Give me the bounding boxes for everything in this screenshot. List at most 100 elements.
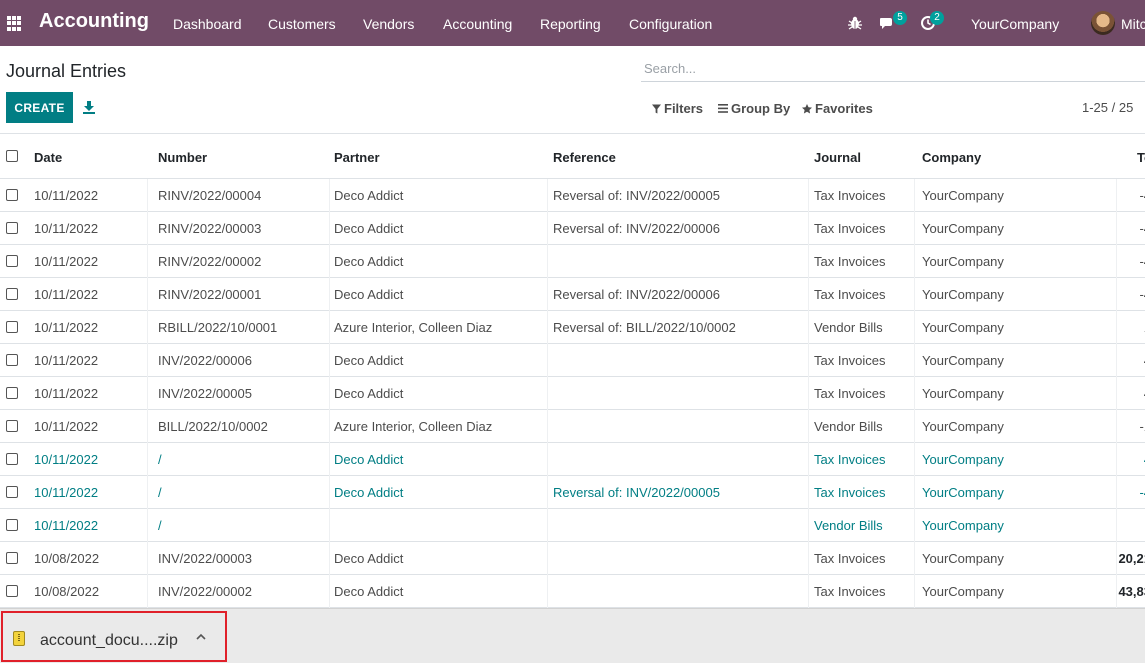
group-by-button[interactable]: Group By: [718, 101, 790, 116]
table-row[interactable]: 10/11/2022 RINV/2022/00004 Deco Addict Reve…: [0, 179, 1145, 212]
pager-value[interactable]: 1-25 / 25: [1082, 100, 1133, 115]
menu-customers[interactable]: Customers: [268, 16, 336, 32]
user-name[interactable]: Mitc: [1121, 16, 1145, 32]
column-divider: [329, 443, 330, 476]
row-checkbox[interactable]: [6, 222, 18, 234]
column-divider: [329, 542, 330, 575]
row-checkbox[interactable]: [6, 321, 18, 333]
cell-company: YourCompany: [922, 485, 1004, 500]
app-brand[interactable]: Accounting: [39, 10, 149, 33]
user-avatar[interactable]: [1091, 11, 1115, 35]
table-row[interactable]: 10/08/2022 INV/2022/00003 Deco Addict Tax I…: [0, 542, 1145, 575]
menu-dashboard[interactable]: Dashboard: [173, 16, 242, 32]
row-checkbox[interactable]: [6, 288, 18, 300]
star-icon: [802, 103, 812, 113]
table-row[interactable]: 10/08/2022 INV/2022/00002 Deco Addict Tax I…: [0, 575, 1145, 608]
row-checkbox[interactable]: [6, 519, 18, 531]
row-checkbox[interactable]: [6, 255, 18, 267]
header-journal[interactable]: Journal: [814, 150, 861, 165]
cell-date: 10/11/2022: [34, 452, 99, 467]
header-partner[interactable]: Partner: [334, 150, 380, 165]
cell-partner: Deco Addict: [334, 221, 404, 236]
cell-date: 10/11/2022: [34, 254, 99, 269]
header-reference[interactable]: Reference: [553, 150, 616, 165]
column-divider: [329, 245, 330, 278]
column-divider: [808, 509, 809, 542]
cell-partner: Azure Interior, Colleen Diaz: [334, 320, 493, 335]
table-row[interactable]: 10/11/2022 RINV/2022/00002 Deco Addict Tax …: [0, 245, 1145, 278]
row-checkbox[interactable]: [6, 552, 18, 564]
column-divider: [147, 476, 148, 509]
create-button[interactable]: CREATE: [6, 92, 73, 123]
header-number[interactable]: Number: [158, 150, 207, 165]
cell-journal: Tax Invoices: [814, 551, 886, 566]
filters-button[interactable]: Filters: [652, 101, 703, 116]
column-divider: [329, 212, 330, 245]
row-checkbox[interactable]: [6, 354, 18, 366]
column-divider: [547, 476, 548, 509]
row-checkbox[interactable]: [6, 585, 18, 597]
cell-total: -4: [1139, 188, 1145, 203]
column-divider: [147, 245, 148, 278]
row-checkbox[interactable]: [6, 486, 18, 498]
column-divider: [547, 443, 548, 476]
table-row[interactable]: 10/11/2022 BILL/2022/10/0002 Azure Interio…: [0, 410, 1145, 443]
cell-date: 10/11/2022: [34, 386, 99, 401]
apps-menu-icon[interactable]: [7, 16, 22, 31]
bug-icon[interactable]: [847, 15, 863, 31]
table-row[interactable]: 10/11/2022 INV/2022/00005 Deco Addict Tax I…: [0, 377, 1145, 410]
column-divider: [808, 476, 809, 509]
cell-journal: Tax Invoices: [814, 221, 886, 236]
column-divider: [147, 179, 148, 212]
column-divider: [808, 542, 809, 575]
download-item[interactable]: account_docu....zip: [1, 611, 227, 662]
cell-partner: Deco Addict: [334, 254, 404, 269]
table-row[interactable]: 10/11/2022 / Deco Addict Reversal of: INV/2…: [0, 476, 1145, 509]
table-row[interactable]: 10/11/2022 / Vendor Bills YourCompany: [0, 509, 1145, 542]
cell-journal: Tax Invoices: [814, 584, 886, 599]
column-divider: [914, 377, 915, 410]
column-divider: [914, 245, 915, 278]
company-switcher[interactable]: YourCompany: [971, 16, 1059, 32]
column-divider: [914, 542, 915, 575]
column-divider: [147, 377, 148, 410]
cell-number: /: [158, 452, 162, 467]
menu-reporting[interactable]: Reporting: [540, 16, 601, 32]
column-divider: [547, 509, 548, 542]
column-divider: [1116, 575, 1117, 608]
cell-journal: Vendor Bills: [814, 419, 883, 434]
menu-configuration[interactable]: Configuration: [629, 16, 712, 32]
table-row[interactable]: 10/11/2022 / Deco Addict Tax Invoices YourCo…: [0, 443, 1145, 476]
column-divider: [547, 179, 548, 212]
row-checkbox[interactable]: [6, 453, 18, 465]
cell-number: RINV/2022/00003: [158, 221, 262, 236]
row-checkbox[interactable]: [6, 387, 18, 399]
cell-partner: Deco Addict: [334, 584, 404, 599]
cell-reference: Reversal of: BILL/2022/10/0002: [553, 320, 736, 335]
header-company[interactable]: Company: [922, 150, 981, 165]
chevron-up-icon[interactable]: [196, 633, 206, 640]
cell-number: RINV/2022/00004: [158, 188, 262, 203]
column-divider: [1116, 278, 1117, 311]
cell-company: YourCompany: [922, 254, 1004, 269]
favorites-button[interactable]: Favorites: [802, 101, 873, 116]
select-all-checkbox[interactable]: [6, 150, 18, 162]
table-row[interactable]: 10/11/2022 RBILL/2022/10/0001 Azure Interi…: [0, 311, 1145, 344]
menu-accounting[interactable]: Accounting: [443, 16, 512, 32]
download-icon[interactable]: [81, 99, 97, 115]
row-checkbox[interactable]: [6, 189, 18, 201]
cell-number: INV/2022/00006: [158, 353, 252, 368]
cell-company: YourCompany: [922, 419, 1004, 434]
table-row[interactable]: 10/11/2022 RINV/2022/00001 Deco Addict Reve…: [0, 278, 1145, 311]
table-row[interactable]: 10/11/2022 INV/2022/00006 Deco Addict Tax I…: [0, 344, 1145, 377]
cell-reference: Reversal of: INV/2022/00006: [553, 287, 720, 302]
search-input[interactable]: [641, 56, 1145, 82]
menu-vendors[interactable]: Vendors: [363, 16, 414, 32]
header-total[interactable]: To: [1137, 150, 1145, 165]
row-checkbox[interactable]: [6, 420, 18, 432]
table-row[interactable]: 10/11/2022 RINV/2022/00003 Deco Addict Reve…: [0, 212, 1145, 245]
cell-reference: Reversal of: INV/2022/00005: [553, 188, 720, 203]
header-date[interactable]: Date: [34, 150, 62, 165]
column-divider: [1116, 542, 1117, 575]
cell-journal: Vendor Bills: [814, 320, 883, 335]
